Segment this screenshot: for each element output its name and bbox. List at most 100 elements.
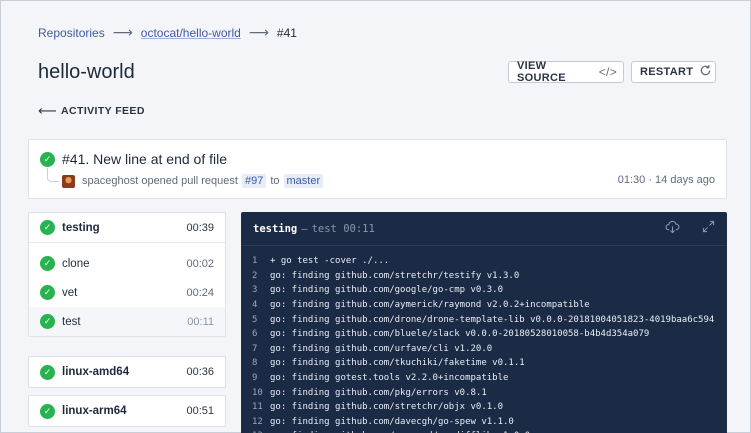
- branch-link[interactable]: master: [283, 174, 324, 188]
- code-icon: </>: [598, 65, 617, 79]
- breadcrumb-arrow-icon: ⟶: [112, 24, 133, 40]
- build-summary-card: ✓ #41. New line at end of file spaceghos…: [28, 139, 727, 199]
- log-line-number[interactable]: 3: [241, 285, 270, 295]
- stage-header[interactable]: ✓ linux-amd64 00:36: [29, 357, 225, 387]
- log-line-text: go: finding github.com/drone/drone-templ…: [270, 314, 715, 325]
- stage-header[interactable]: ✓ linux-arm64 00:51: [29, 396, 225, 426]
- expand-icon[interactable]: [702, 220, 715, 237]
- build-title: #41. New line at end of file: [62, 151, 227, 167]
- success-check-icon: ✓: [40, 403, 55, 419]
- breadcrumb-repositories-link[interactable]: Repositories: [38, 26, 105, 40]
- log-line-text: go: finding gotest.tools v2.2.0+incompat…: [270, 373, 509, 384]
- log-line: 12 go: finding github.com/davecgh/go-spew…: [241, 415, 727, 430]
- log-line-number[interactable]: 9: [241, 373, 270, 383]
- breadcrumb-repo-link[interactable]: octocat/hello-world: [141, 26, 241, 40]
- stage-name: testing: [62, 221, 100, 234]
- log-line-number[interactable]: 12: [241, 417, 270, 427]
- log-line: 2 go: finding github.com/stretchr/testify…: [241, 269, 727, 284]
- stage-panel-testing: ✓ testing 00:39 ✓ clone 00:02 ✓ vet 00:2…: [28, 212, 226, 337]
- log-line: 3 go: finding github.com/google/go-cmp v0…: [241, 283, 727, 298]
- breadcrumb-arrow-icon: ⟶: [248, 24, 269, 40]
- log-line-text: go: finding github.com/urfave/cli v1.20.…: [270, 343, 493, 354]
- tree-connector: [47, 168, 59, 182]
- restart-label: RESTART: [640, 66, 694, 78]
- log-line-number[interactable]: 5: [241, 315, 270, 325]
- pull-request-link[interactable]: #97: [241, 174, 267, 188]
- success-check-icon: ✓: [40, 220, 55, 235]
- log-line: 4 go: finding github.com/aymerick/raymond…: [241, 298, 727, 313]
- success-check-icon: ✓: [40, 256, 55, 271]
- log-line-number[interactable]: 10: [241, 388, 270, 398]
- log-step-time: 00:11: [343, 222, 375, 235]
- build-to: to: [270, 175, 280, 187]
- stage-panel-linux-arm64: ✓ linux-arm64 00:51: [28, 395, 226, 427]
- log-line: 11 go: finding github.com/stretchr/objx v…: [241, 400, 727, 415]
- log-line: 7 go: finding github.com/urfave/cli v1.20…: [241, 342, 727, 357]
- log-header: testing — test 00:11: [241, 212, 727, 246]
- breadcrumb: Repositories ⟶ octocat/hello-world ⟶ #41: [38, 24, 297, 41]
- arrow-left-icon: ⟵: [38, 103, 58, 118]
- log-line: 1 + go test -cover ./...: [241, 254, 727, 269]
- stage-panel-linux-amd64: ✓ linux-amd64 00:36: [28, 356, 226, 388]
- log-line-text: go: finding github.com/tkuchiki/faketime…: [270, 358, 525, 369]
- log-line: 9 go: finding gotest.tools v2.2.0+incompa…: [241, 371, 727, 386]
- stage-duration: 00:51: [186, 405, 214, 417]
- log-line: 8 go: finding github.com/tkuchiki/faketim…: [241, 356, 727, 371]
- success-check-icon: ✓: [40, 364, 55, 380]
- log-stage-name: testing: [253, 222, 298, 235]
- log-step-name: test: [311, 222, 337, 235]
- view-source-button[interactable]: VIEW SOURCE </>: [508, 60, 624, 84]
- activity-feed-link[interactable]: ⟵ ACTIVITY FEED: [38, 103, 145, 119]
- cloud-download-icon[interactable]: [665, 220, 680, 238]
- refresh-icon: [699, 64, 712, 80]
- page-title: hello-world: [38, 61, 135, 83]
- log-line: 13go: finding github.com/pmezard/go-diff…: [241, 429, 727, 433]
- log-line-number[interactable]: 2: [241, 271, 270, 281]
- avatar: [62, 174, 75, 188]
- success-check-icon: ✓: [40, 151, 55, 167]
- step-clone[interactable]: ✓ clone 00:02: [29, 249, 225, 278]
- log-line-text: go: finding github.com/google/go-cmp v0.…: [270, 285, 503, 296]
- success-check-icon: ✓: [40, 314, 55, 329]
- log-separator: —: [301, 222, 308, 235]
- stage-duration: 00:39: [186, 221, 214, 234]
- restart-button[interactable]: RESTART: [631, 61, 716, 83]
- log-body: 1 + go test -cover ./... 2 go: finding gith…: [241, 246, 727, 433]
- log-line-number[interactable]: 7: [241, 344, 270, 354]
- step-vet[interactable]: ✓ vet 00:24: [29, 278, 225, 307]
- step-duration: 00:11: [187, 315, 214, 328]
- step-name: test: [62, 315, 81, 328]
- build-time: 01:30 · 14 days ago: [617, 174, 715, 186]
- step-name: vet: [62, 286, 78, 299]
- success-check-icon: ✓: [40, 285, 55, 300]
- step-test[interactable]: ✓ test 00:11: [29, 307, 225, 336]
- log-line-text: go: finding github.com/stretchr/objx v0.…: [270, 402, 503, 413]
- log-line-text: go: finding github.com/stretchr/testify …: [270, 270, 520, 281]
- log-line-text: go: finding github.com/davecgh/go-spew v…: [270, 416, 514, 427]
- log-line-number[interactable]: 4: [241, 300, 270, 310]
- build-action: opened pull request: [141, 175, 238, 187]
- build-author: spaceghost: [82, 175, 139, 187]
- stage-header[interactable]: ✓ testing 00:39: [29, 213, 225, 243]
- activity-feed-label: ACTIVITY FEED: [61, 105, 145, 117]
- view-source-label: VIEW SOURCE: [517, 60, 566, 84]
- log-line: 5 go: finding github.com/drone/drone-temp…: [241, 312, 727, 327]
- log-line-text: go: finding github.com/aymerick/raymond …: [270, 300, 590, 311]
- log-line: 10 go: finding github.com/pkg/errors v0.8…: [241, 385, 727, 400]
- log-viewer: testing — test 00:11 1 + go test -cover .…: [241, 212, 727, 433]
- log-line-text: go: finding github.com/pkg/errors v0.8.1: [270, 387, 487, 398]
- step-duration: 00:24: [186, 286, 214, 299]
- log-line-number[interactable]: 11: [241, 402, 270, 412]
- log-line-number[interactable]: 1: [241, 256, 270, 266]
- stage-duration: 00:36: [186, 366, 214, 378]
- log-line-number[interactable]: 6: [241, 329, 270, 339]
- breadcrumb-current: #41: [276, 25, 297, 40]
- log-line: 6 go: finding github.com/bluele/slack v0.…: [241, 327, 727, 342]
- log-line-text: + go test -cover ./...: [270, 256, 390, 267]
- stage-name: linux-amd64: [62, 366, 130, 378]
- log-line-text: go: finding github.com/bluele/slack v0.0…: [270, 329, 650, 340]
- stage-name: linux-arm64: [62, 405, 127, 417]
- step-duration: 00:02: [186, 257, 214, 270]
- log-line-number[interactable]: 8: [241, 358, 270, 368]
- step-name: clone: [62, 257, 90, 270]
